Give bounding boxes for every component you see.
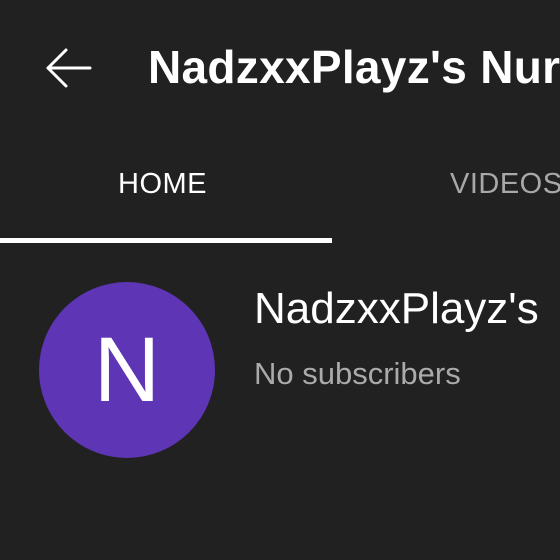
subscriber-count: No subscribers bbox=[254, 356, 461, 391]
tab-home[interactable]: HOME bbox=[118, 168, 207, 201]
tab-videos[interactable]: VIDEOS bbox=[450, 168, 560, 201]
channel-name: NadzxxPlayz's bbox=[254, 284, 539, 333]
top-app-bar: NadzxxPlayz's Nur bbox=[0, 0, 560, 140]
back-button[interactable] bbox=[38, 38, 98, 98]
avatar-letter: N bbox=[93, 319, 161, 421]
tab-bar: HOME VIDEOS bbox=[0, 140, 560, 244]
page-title: NadzxxPlayz's Nur bbox=[148, 41, 560, 93]
channel-header: N NadzxxPlayz's No subscribers bbox=[0, 244, 560, 560]
arrow-left-icon bbox=[38, 38, 98, 98]
avatar[interactable]: N bbox=[39, 282, 215, 458]
channel-page: NadzxxPlayz's Nur HOME VIDEOS N NadzxxPl… bbox=[0, 0, 560, 560]
tab-selected-indicator bbox=[0, 238, 332, 243]
